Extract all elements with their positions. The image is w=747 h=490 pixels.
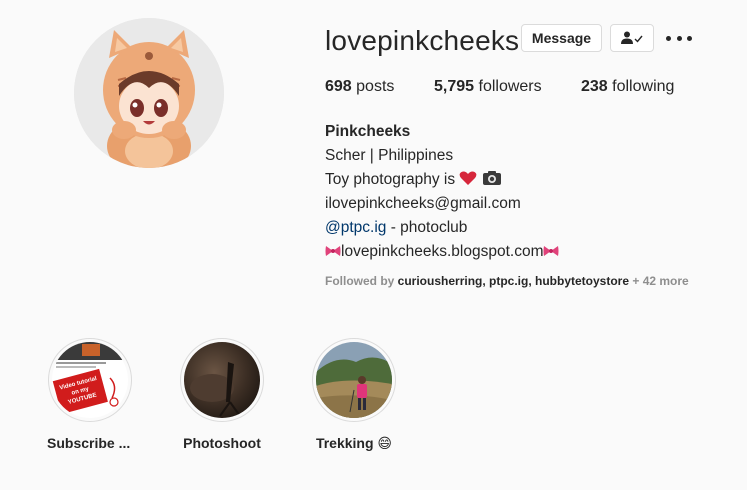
bio-toy-text: Toy photography is [325,171,456,188]
profile-avatar[interactable] [74,18,224,168]
camera-icon [482,171,501,185]
bio-blog-line: lovepinkcheeks.blogspot.com [325,240,559,264]
following-count: 238 [581,78,608,95]
bio-line-location: Scher | Philippines [325,147,454,164]
highlight-ring: Video tutorial on my YOUTUBE [48,338,132,422]
person-check-icon [621,31,643,44]
followers-label: followers [478,78,542,95]
following-button[interactable] [610,24,654,52]
ribbon-icon [325,246,341,256]
followers-stat[interactable]: 5,795 followers [434,78,542,96]
followed-by[interactable]: Followed by curiousherring, ptpc.ig, hub… [325,274,689,288]
message-button[interactable]: Message [521,24,602,52]
highlight-photoshoot[interactable]: Photoshoot [180,338,264,451]
profile-header: lovepinkcheeks [325,24,519,58]
posts-count: 698 [325,78,352,95]
bio-line-toy: Toy photography is [325,168,559,192]
posts-label: posts [356,78,395,95]
highlight-label: Subscribe ... [47,435,131,451]
following-stat[interactable]: 238 following [581,78,674,96]
profile-display-name: Pinkcheeks [325,123,411,140]
bio-mention-line: @ptpc.ig - photoclub [325,216,559,240]
following-label: following [612,78,675,95]
highlight-ring [180,338,264,422]
mention-suffix: - photoclub [386,219,468,236]
highlight-thumbnail: Video tutorial on my YOUTUBE [52,342,128,418]
followed-by-more: + 42 more [629,274,689,288]
heart-icon [460,171,477,185]
bio-email: ilovepinkcheeks@gmail.com [325,195,521,212]
avatar-image [74,18,224,168]
mention-link[interactable]: @ptpc.ig [325,219,386,236]
followed-by-prefix: Followed by [325,274,398,288]
profile-username: lovepinkcheeks [325,25,520,56]
highlight-ring [312,338,396,422]
highlight-thumbnail [184,342,260,418]
highlight-trekking[interactable]: Trekking 😄 [312,338,396,451]
highlight-label: Trekking 😄 [315,435,393,451]
followers-count: 5,795 [434,78,475,95]
blog-text: lovepinkcheeks.blogspot.com [341,243,544,260]
profile-bio: Pinkcheeks Scher | Philippines Toy photo… [325,120,559,264]
highlight-thumbnail [316,342,392,418]
more-options-icon[interactable] [666,28,692,48]
posts-stat[interactable]: 698 posts [325,78,394,96]
highlight-subscribe[interactable]: Video tutorial on my YOUTUBE Subscribe .… [47,338,132,451]
followed-by-names: curiousherring, ptpc.ig, hubbytetoystore [397,274,630,288]
ribbon-icon [543,246,559,256]
highlight-label: Photoshoot [183,435,261,451]
